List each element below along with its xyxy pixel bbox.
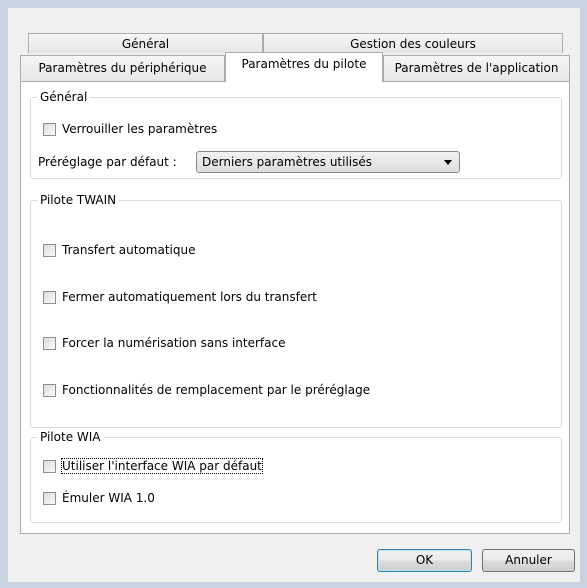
general-group-title: Général xyxy=(37,90,91,104)
emulate-wia-checkbox[interactable] xyxy=(43,491,56,505)
general-group: Général Verrouiller les paramètres Préré… xyxy=(30,90,562,179)
auto-transfer-label: Transfert automatique xyxy=(62,243,196,257)
preset-override-row[interactable]: Fonctionnalités de remplacement par le p… xyxy=(43,381,370,399)
wia-group: Pilote WIA Utiliser l'interface WIA par … xyxy=(30,430,562,523)
dropdown-arrow-icon xyxy=(444,159,452,165)
tab-application-settings[interactable]: Paramètres de l'application xyxy=(383,55,570,81)
auto-close-row[interactable]: Fermer automatiquement lors du transfert xyxy=(43,288,317,306)
lock-settings-checkbox[interactable] xyxy=(43,122,56,136)
default-preset-value: Derniers paramètres utilisés xyxy=(202,155,373,169)
auto-close-label: Fermer automatiquement lors du transfert xyxy=(62,290,317,304)
twain-group: Pilote TWAIN Transfert automatique Ferme… xyxy=(30,193,562,428)
default-preset-dropdown[interactable]: Derniers paramètres utilisés xyxy=(196,151,460,173)
wia-default-ui-label: Utiliser l'interface WIA par défaut xyxy=(61,458,263,474)
tab-general[interactable]: Général xyxy=(28,33,263,53)
tab-device-settings[interactable]: Paramètres du périphérique xyxy=(20,55,225,81)
emulate-wia-row[interactable]: Émuler WIA 1.0 xyxy=(43,489,155,507)
window-frame-left xyxy=(0,0,8,588)
wia-default-ui-checkbox[interactable] xyxy=(43,459,56,473)
twain-group-title: Pilote TWAIN xyxy=(37,193,120,207)
force-no-ui-label: Forcer la numérisation sans interface xyxy=(62,336,286,350)
force-no-ui-checkbox[interactable] xyxy=(43,336,56,350)
tab-color-management[interactable]: Gestion des couleurs xyxy=(263,33,563,53)
window-frame-bottom xyxy=(0,582,587,588)
wia-group-title: Pilote WIA xyxy=(37,430,104,444)
auto-close-checkbox[interactable] xyxy=(43,290,56,304)
window-frame-top xyxy=(0,0,587,8)
preset-override-label: Fonctionnalités de remplacement par le p… xyxy=(62,383,371,397)
auto-transfer-checkbox[interactable] xyxy=(43,243,56,257)
default-preset-label: Préréglage par défaut : xyxy=(38,155,177,169)
lock-settings-label: Verrouiller les paramètres xyxy=(62,122,218,136)
preset-override-checkbox[interactable] xyxy=(43,383,56,397)
emulate-wia-label: Émuler WIA 1.0 xyxy=(62,491,155,505)
auto-transfer-row[interactable]: Transfert automatique xyxy=(43,241,195,259)
window-frame-right xyxy=(580,0,587,588)
force-no-ui-row[interactable]: Forcer la numérisation sans interface xyxy=(43,334,285,352)
tab-driver-settings[interactable]: Paramètres du pilote xyxy=(225,52,383,82)
ok-button[interactable]: OK xyxy=(377,549,472,572)
cancel-button[interactable]: Annuler xyxy=(482,549,575,572)
wia-default-ui-row[interactable]: Utiliser l'interface WIA par défaut xyxy=(43,457,263,475)
lock-settings-row[interactable]: Verrouiller les paramètres xyxy=(43,120,217,138)
driver-settings-panel: Général Verrouiller les paramètres Préré… xyxy=(20,81,570,534)
